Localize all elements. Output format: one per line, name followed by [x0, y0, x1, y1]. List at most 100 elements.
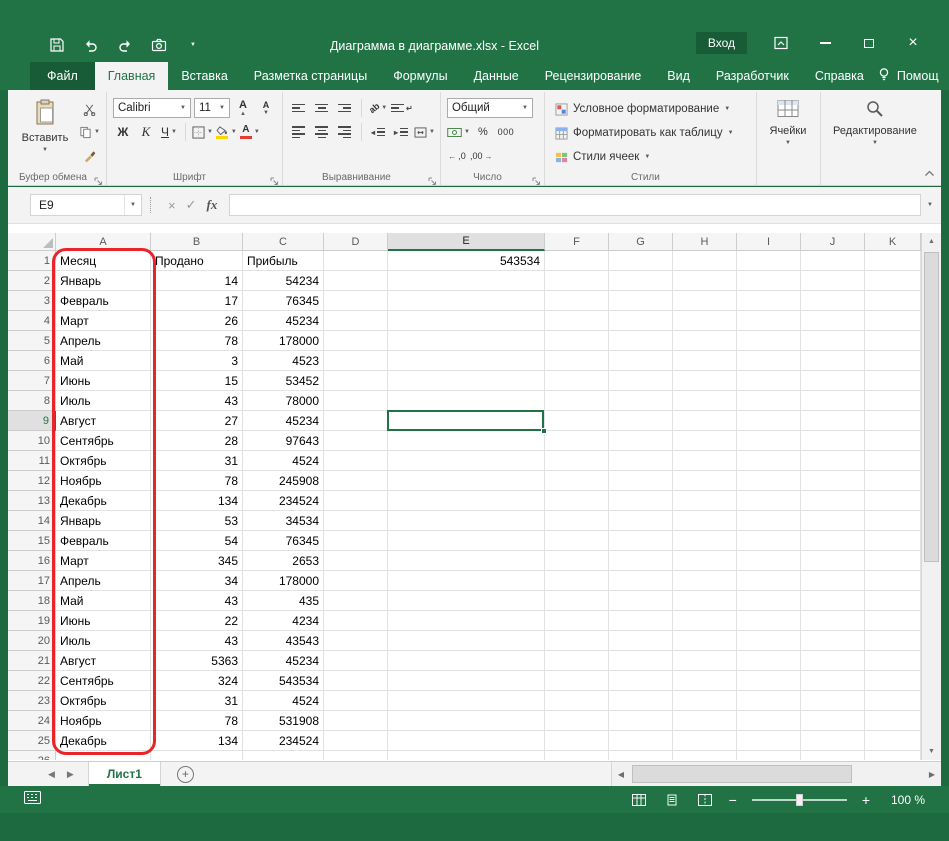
cell-H22[interactable]	[673, 671, 737, 691]
cell-D11[interactable]	[324, 451, 388, 471]
sheet-tab-list1[interactable]: Лист1	[87, 762, 161, 786]
row-header-14[interactable]: 14	[8, 511, 56, 531]
cell-D15[interactable]	[324, 531, 388, 551]
cell-G21[interactable]	[609, 651, 673, 671]
cell-B3[interactable]: 17	[151, 291, 243, 311]
cell-C15[interactable]: 76345	[243, 531, 324, 551]
cell-A4[interactable]: Март	[56, 311, 151, 331]
previous-sheet-icon[interactable]: ◀	[48, 769, 55, 780]
cell-C6[interactable]: 4523	[243, 351, 324, 371]
cell-F9[interactable]	[545, 411, 609, 431]
cell-D25[interactable]	[324, 731, 388, 751]
ribbon-display-options-icon[interactable]	[771, 33, 791, 53]
cell-E8[interactable]	[388, 391, 545, 411]
cell-E4[interactable]	[388, 311, 545, 331]
cell-C17[interactable]: 178000	[243, 571, 324, 591]
cell-B12[interactable]: 78	[151, 471, 243, 491]
cell-A10[interactable]: Сентябрь	[56, 431, 151, 451]
font-dialog-launcher-icon[interactable]	[270, 173, 280, 185]
column-header-B[interactable]: B	[151, 233, 243, 251]
cell-B24[interactable]: 78	[151, 711, 243, 731]
cell-F21[interactable]	[545, 651, 609, 671]
row-header-19[interactable]: 19	[8, 611, 56, 631]
cell-D8[interactable]	[324, 391, 388, 411]
column-header-H[interactable]: H	[673, 233, 737, 251]
cell-I25[interactable]	[737, 731, 801, 751]
formula-bar-drag-handle[interactable]	[150, 197, 154, 213]
increase-decimal-button[interactable]: ← ,0	[447, 146, 467, 166]
cell-K3[interactable]	[865, 291, 921, 311]
cell-G25[interactable]	[609, 731, 673, 751]
row-header-20[interactable]: 20	[8, 631, 56, 651]
cell-K14[interactable]	[865, 511, 921, 531]
cell-I12[interactable]	[737, 471, 801, 491]
cell-F26[interactable]	[545, 751, 609, 760]
cell-G26[interactable]	[609, 751, 673, 760]
cell-A26[interactable]	[56, 751, 151, 760]
column-header-C[interactable]: C	[243, 233, 324, 251]
cell-A1[interactable]: Месяц	[56, 251, 151, 271]
cell-E19[interactable]	[388, 611, 545, 631]
enter-icon[interactable]: ✓	[186, 197, 197, 213]
cell-C1[interactable]: Прибыль	[243, 251, 324, 271]
cell-A3[interactable]: Февраль	[56, 291, 151, 311]
new-sheet-button[interactable]: +	[176, 765, 194, 783]
tab-data[interactable]: Данные	[461, 62, 532, 90]
cell-H4[interactable]	[673, 311, 737, 331]
cell-B4[interactable]: 26	[151, 311, 243, 331]
cell-H14[interactable]	[673, 511, 737, 531]
cell-H16[interactable]	[673, 551, 737, 571]
cell-F13[interactable]	[545, 491, 609, 511]
cell-F11[interactable]	[545, 451, 609, 471]
borders-button[interactable]: ▼	[192, 122, 213, 142]
cell-D2[interactable]	[324, 271, 388, 291]
cell-H19[interactable]	[673, 611, 737, 631]
copy-button[interactable]: ▼	[79, 122, 100, 142]
cell-H21[interactable]	[673, 651, 737, 671]
cell-I3[interactable]	[737, 291, 801, 311]
cell-H7[interactable]	[673, 371, 737, 391]
cell-D7[interactable]	[324, 371, 388, 391]
cell-B2[interactable]: 14	[151, 271, 243, 291]
row-header-26[interactable]: 26	[8, 751, 56, 760]
wrap-text-button[interactable]: ↵	[390, 98, 413, 118]
cell-I26[interactable]	[737, 751, 801, 760]
formula-input[interactable]	[229, 194, 922, 216]
cell-A25[interactable]: Декабрь	[56, 731, 151, 751]
cell-D12[interactable]	[324, 471, 388, 491]
clipboard-dialog-launcher-icon[interactable]	[94, 173, 104, 185]
formula-bar-expand-icon[interactable]: ▼	[927, 202, 933, 208]
cell-C13[interactable]: 234524	[243, 491, 324, 511]
cell-B9[interactable]: 27	[151, 411, 243, 431]
align-left-button[interactable]	[289, 122, 309, 142]
cell-D26[interactable]	[324, 751, 388, 760]
row-header-21[interactable]: 21	[8, 651, 56, 671]
cell-F19[interactable]	[545, 611, 609, 631]
cell-F14[interactable]	[545, 511, 609, 531]
cell-E5[interactable]	[388, 331, 545, 351]
row-header-7[interactable]: 7	[8, 371, 56, 391]
name-box[interactable]: E9 ▼	[30, 194, 142, 216]
cell-C18[interactable]: 435	[243, 591, 324, 611]
cell-E25[interactable]	[388, 731, 545, 751]
cell-E1[interactable]: 543534	[388, 251, 545, 271]
column-header-D[interactable]: D	[324, 233, 388, 251]
row-header-5[interactable]: 5	[8, 331, 56, 351]
cell-J23[interactable]	[801, 691, 865, 711]
decrease-indent-button[interactable]: ◂	[368, 122, 388, 142]
accounting-format-button[interactable]: ▼	[447, 122, 470, 142]
cell-K9[interactable]	[865, 411, 921, 431]
cell-C19[interactable]: 4234	[243, 611, 324, 631]
cell-C12[interactable]: 245908	[243, 471, 324, 491]
cell-J8[interactable]	[801, 391, 865, 411]
zoom-slider-thumb[interactable]	[795, 793, 803, 806]
cell-K23[interactable]	[865, 691, 921, 711]
cell-E22[interactable]	[388, 671, 545, 691]
cell-J2[interactable]	[801, 271, 865, 291]
row-header-22[interactable]: 22	[8, 671, 56, 691]
cell-C20[interactable]: 43543	[243, 631, 324, 651]
number-dialog-launcher-icon[interactable]	[532, 173, 542, 185]
cell-A5[interactable]: Апрель	[56, 331, 151, 351]
row-header-13[interactable]: 13	[8, 491, 56, 511]
redo-icon[interactable]	[116, 36, 134, 54]
